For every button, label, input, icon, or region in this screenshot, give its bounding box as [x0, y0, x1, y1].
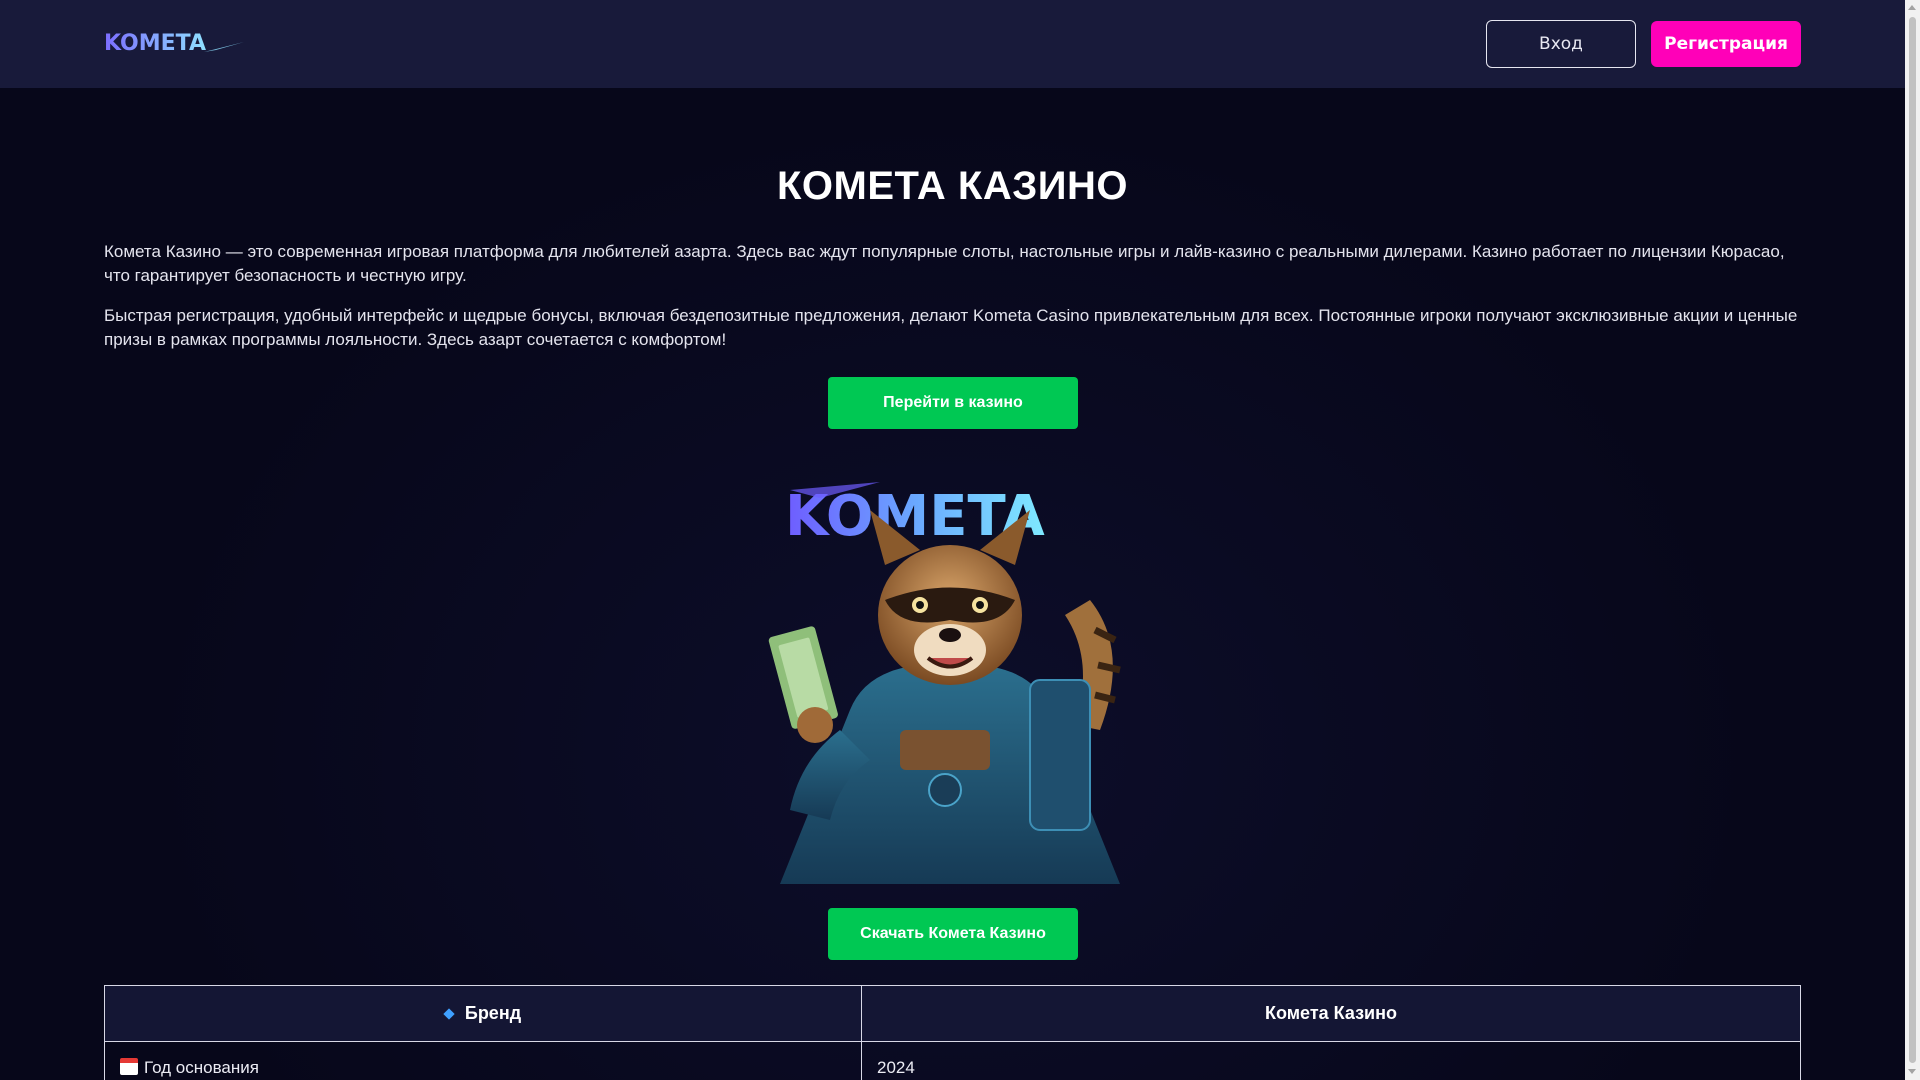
login-button-label: Вход	[1539, 34, 1583, 54]
table-row: Год основания 2024	[104, 1041, 1801, 1080]
go-to-casino-button[interactable]: Перейти в казино	[828, 377, 1078, 429]
casino-info-table: Бренд Комета Казино Год основания 2024	[104, 985, 1801, 1080]
page-viewport: KOMETA Вход Регистрация КОМЕТА КАЗИНО Ко…	[0, 0, 1905, 1080]
calendar-icon	[120, 1057, 138, 1075]
download-casino-button[interactable]: Скачать Комета Казино	[828, 908, 1078, 960]
kometa-logo[interactable]: KOMETA	[104, 30, 244, 56]
go-to-casino-label: Перейти в казино	[883, 394, 1023, 411]
table-header-brand-value: Комета Казино	[861, 985, 1801, 1042]
register-button[interactable]: Регистрация	[1651, 21, 1801, 67]
scroll-up-arrow-icon[interactable]	[1908, 5, 1916, 10]
intro-paragraph: Комета Казино — это современная игровая …	[104, 242, 1785, 285]
table-header-brand: Бренд	[104, 985, 862, 1042]
table-header-row: Бренд Комета Казино	[104, 985, 1801, 1042]
table-cell-label: Год основания	[104, 1041, 862, 1080]
hero-raccoon-image: KOMETA	[768, 482, 1121, 884]
features-paragraph: Быстрая регистрация, удобный интерфейс и…	[104, 306, 1798, 349]
brand-header-label: Бренд	[464, 1003, 522, 1023]
register-button-label: Регистрация	[1664, 34, 1788, 54]
founded-year-label: Год основания	[144, 1057, 259, 1077]
scrollbar-thumb[interactable]	[1909, 17, 1916, 1063]
download-casino-label: Скачать Комета Казино	[860, 925, 1046, 942]
site-header: KOMETA Вход Регистрация	[0, 0, 1905, 88]
page-title: КОМЕТА КАЗИНО	[776, 164, 1129, 208]
blue-diamond-icon	[443, 1008, 455, 1020]
table-cell-value: 2024	[861, 1041, 1801, 1080]
login-button[interactable]: Вход	[1486, 20, 1636, 68]
vertical-scrollbar[interactable]	[1905, 0, 1920, 1080]
logo-text: KOMETA	[104, 31, 206, 56]
scroll-down-arrow-icon[interactable]	[1908, 1069, 1916, 1074]
